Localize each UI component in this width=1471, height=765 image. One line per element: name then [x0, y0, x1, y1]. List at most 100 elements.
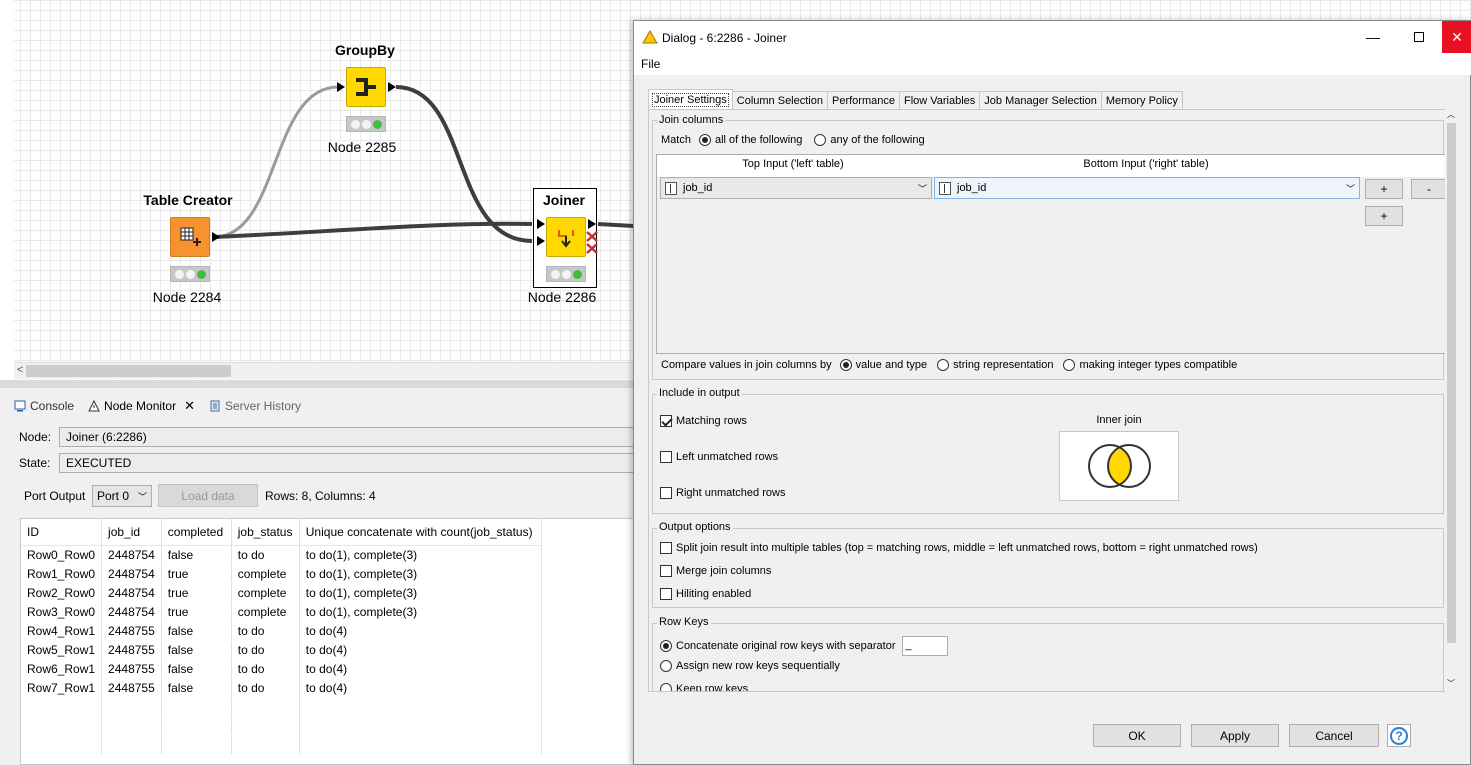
menu-file[interactable]: File: [641, 57, 660, 71]
table-row[interactable]: Row4_Row1 2448755 false to do to do(4): [21, 621, 542, 641]
top-input-header: Top Input ('left' table): [742, 158, 844, 170]
port-select[interactable]: Port 0 ﹀: [92, 485, 152, 507]
tab-server-history[interactable]: Server History: [209, 399, 301, 413]
joiner-in-port-bottom[interactable]: [537, 236, 545, 246]
concat-radio[interactable]: [660, 640, 672, 652]
canvas-horizontal-scrollbar[interactable]: <: [14, 362, 654, 379]
table-row[interactable]: Row7_Row1 2448755 false to do to do(4): [21, 678, 542, 698]
table-creator-status-light: [170, 266, 210, 282]
merge-option[interactable]: Merge join columns: [660, 565, 771, 577]
scroll-up-icon[interactable]: ︿: [1447, 109, 1455, 120]
matching-rows-checkbox[interactable]: [660, 415, 672, 427]
maximize-button[interactable]: [1396, 21, 1442, 53]
table-row[interactable]: Row1_Row0 2448754 true complete to do(1), co…: [21, 564, 542, 584]
match-any-radio[interactable]: [814, 134, 827, 146]
compare-value-type-radio[interactable]: [839, 359, 852, 371]
match-all-label[interactable]: all of the following: [715, 134, 802, 146]
hiliting-checkbox[interactable]: [660, 588, 672, 600]
tab-column-selection[interactable]: Column Selection: [731, 91, 828, 110]
output-table[interactable]: ID job_id completed job_status Unique concat…: [20, 518, 654, 765]
sequential-option[interactable]: Assign new row keys sequentially: [660, 660, 840, 672]
right-unmatched-checkbox[interactable]: [660, 487, 672, 499]
concat-label: Concatenate original row keys with separ…: [676, 640, 896, 652]
compare-integer-label[interactable]: making integer types compatible: [1079, 359, 1237, 371]
keep-keys-option[interactable]: Keep row keys: [660, 683, 748, 691]
tab-joiner-settings[interactable]: Joiner Settings: [648, 89, 733, 110]
table-creator-node-icon[interactable]: [170, 217, 210, 257]
remove-row-button[interactable]: -: [1411, 179, 1447, 199]
merge-checkbox[interactable]: [660, 565, 672, 577]
table-row[interactable]: Row2_Row0 2448754 true complete to do(1), co…: [21, 583, 542, 603]
separator-input[interactable]: _: [901, 636, 948, 656]
split-checkbox[interactable]: [660, 542, 672, 554]
tab-performance[interactable]: Performance: [826, 91, 900, 110]
add-condition-button[interactable]: +: [1365, 206, 1403, 226]
apply-button[interactable]: Apply: [1191, 724, 1279, 747]
table-row[interactable]: Row3_Row0 2448754 true complete to do(1), co…: [21, 602, 542, 622]
match-label: Match: [661, 134, 691, 146]
left-column-select[interactable]: job_id ﹀: [660, 177, 932, 199]
groupby-node-icon[interactable]: [346, 67, 386, 107]
scrollbar-thumb[interactable]: [26, 365, 231, 377]
close-icon[interactable]: ✕: [184, 398, 195, 414]
minimize-button[interactable]: —: [1350, 21, 1396, 53]
table-creator-out-port[interactable]: [212, 232, 220, 242]
sequential-radio[interactable]: [660, 660, 672, 672]
scroll-down-icon[interactable]: ﹀: [1447, 678, 1455, 689]
table-header-cell[interactable]: completed: [161, 519, 232, 546]
node-label-table-creator[interactable]: Node 2284: [117, 289, 257, 305]
compare-string-label[interactable]: string representation: [953, 359, 1053, 371]
match-all-radio[interactable]: [698, 134, 711, 146]
left-unmatched-option[interactable]: Left unmatched rows: [660, 451, 778, 463]
groupby-in-port[interactable]: [337, 82, 345, 92]
joiner-node-icon[interactable]: [546, 217, 586, 257]
node-field[interactable]: Joiner (6:2286): [59, 427, 654, 447]
ok-button[interactable]: OK: [1093, 724, 1181, 747]
concat-option[interactable]: Concatenate original row keys with separ…: [660, 636, 948, 656]
groupby-out-port[interactable]: [388, 82, 396, 92]
keep-keys-radio[interactable]: [660, 683, 672, 691]
node-label-groupby[interactable]: Node 2285: [292, 139, 432, 155]
table-cell: true: [161, 564, 232, 584]
right-unmatched-option[interactable]: Right unmatched rows: [660, 487, 785, 499]
table-header-cell[interactable]: job_status: [231, 519, 300, 546]
cancel-button[interactable]: Cancel: [1289, 724, 1379, 747]
split-option[interactable]: Split join result into multiple tables (…: [660, 542, 1258, 554]
table-header-cell[interactable]: ID: [21, 519, 103, 546]
compare-integer-radio[interactable]: [1063, 359, 1076, 371]
matching-rows-option[interactable]: Matching rows: [660, 415, 747, 427]
data-table: ID job_id completed job_status Unique concat…: [21, 519, 542, 755]
table-row[interactable]: Row0_Row0 2448754 false to do to do(1), comp…: [21, 545, 542, 565]
match-any-label[interactable]: any of the following: [830, 134, 924, 146]
tab-memory-policy[interactable]: Memory Policy: [1100, 91, 1183, 110]
help-button[interactable]: ?: [1387, 724, 1411, 747]
node-label-joiner[interactable]: Node 2286: [492, 289, 632, 305]
joiner-icon: [558, 230, 574, 248]
tab-node-monitor[interactable]: Node Monitor ✕: [88, 398, 195, 414]
tab-flow-variables[interactable]: Flow Variables: [898, 91, 981, 110]
load-data-button[interactable]: Load data: [158, 484, 258, 507]
compare-string-radio[interactable]: [937, 359, 950, 371]
add-row-button[interactable]: +: [1365, 179, 1403, 199]
hiliting-option[interactable]: Hiliting enabled: [660, 588, 751, 600]
right-column-select[interactable]: job_id ﹀: [934, 177, 1360, 199]
joiner-in-port-top[interactable]: [537, 219, 545, 229]
panel-divider[interactable]: [0, 380, 654, 388]
table-row[interactable]: Row5_Row1 2448755 false to do to do(4): [21, 640, 542, 660]
state-field[interactable]: EXECUTED: [59, 453, 654, 473]
tab-console[interactable]: Console: [14, 399, 74, 413]
dialog-scrollbar-thumb[interactable]: [1447, 123, 1456, 643]
table-cell: to do: [231, 640, 300, 660]
compare-value-type-label[interactable]: value and type: [856, 359, 928, 371]
dialog-titlebar[interactable]: Dialog - 6:2286 - Joiner — ✕: [634, 21, 1471, 53]
scroll-left-icon[interactable]: <: [17, 364, 23, 376]
joiner-out-port[interactable]: [588, 219, 596, 229]
table-header-cell[interactable]: Unique concatenate with count(job_status…: [299, 519, 542, 546]
left-unmatched-checkbox[interactable]: [660, 451, 672, 463]
dialog-vertical-scrollbar[interactable]: ︿ ﹀: [1445, 109, 1458, 692]
table-row[interactable]: Row6_Row1 2448755 false to do to do(4): [21, 659, 542, 679]
tab-job-manager-selection[interactable]: Job Manager Selection: [979, 91, 1102, 110]
close-window-button[interactable]: ✕: [1442, 21, 1471, 53]
chevron-down-icon: ﹀: [917, 183, 927, 194]
table-header-cell[interactable]: job_id: [101, 519, 162, 546]
